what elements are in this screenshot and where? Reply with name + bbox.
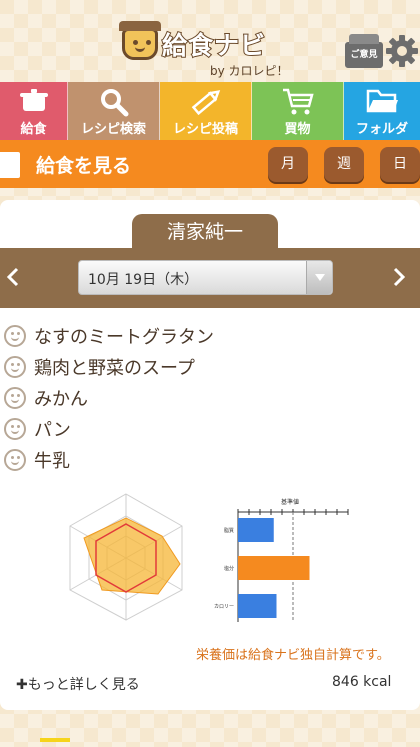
app-title: 給食ナビ: [161, 30, 267, 61]
more-details-link[interactable]: ✚もっと詳しく見る: [16, 674, 140, 694]
menu-list: なすのミートグラタン 鶏肉と野菜のスープ みかん パン 牛乳: [4, 320, 214, 475]
menu-item-name: パン: [34, 419, 71, 441]
nav-item-lunch[interactable]: 給食: [0, 82, 68, 140]
date-value: 10月 19日（木）: [88, 272, 199, 288]
nav-item-recipe-post[interactable]: レシピ投稿: [160, 82, 252, 140]
chevron-down-icon: [306, 261, 332, 294]
nav-label: フォルダ: [355, 122, 408, 137]
bar-label: カロリー: [214, 604, 234, 610]
nutrition-radar-chart: [69, 493, 183, 621]
bar-chart-title: 基準値: [281, 498, 299, 506]
nutrition-bar-chart: 基準値 脂質塩分カロリー: [214, 498, 349, 622]
app-logo[interactable]: 給食ナビ by カロレピ！: [119, 21, 292, 82]
smile-icon: [4, 324, 26, 347]
section-header: 給食を見る 月 週 日: [0, 140, 420, 188]
radar-standard-area: [83, 517, 181, 595]
bar-1: [238, 556, 310, 580]
bar-0: [238, 518, 274, 542]
feedback-button[interactable]: ご意見: [345, 34, 383, 68]
smile-icon: [4, 448, 26, 471]
menu-item-name: なすのミートグラタン: [34, 326, 214, 348]
logo-mascot-icon: [119, 21, 161, 60]
period-day-button[interactable]: 日: [380, 147, 420, 182]
kcal-value: 846 kcal: [332, 674, 392, 690]
school-name-tab: 清家純一: [132, 214, 278, 250]
gear-icon[interactable]: [385, 34, 419, 68]
nutrition-note: 栄養価は給食ナビ独自計算です。: [196, 648, 390, 663]
menu-item-name: みかん: [34, 388, 88, 410]
smile-icon: [4, 386, 26, 409]
date-bar: 10月 19日（木）: [0, 248, 420, 308]
app-header: 給食ナビ by カロレピ！ ご意見: [0, 0, 420, 82]
smile-icon: [4, 355, 26, 378]
feedback-label: ご意見: [350, 50, 378, 60]
chevron-left-icon[interactable]: [6, 266, 20, 288]
search-icon: [100, 89, 128, 117]
list-item[interactable]: パン: [4, 413, 214, 444]
smile-icon: [4, 417, 26, 440]
pot-icon: [19, 89, 48, 111]
bar-label: 脂質: [224, 527, 234, 534]
period-week-button[interactable]: 週: [324, 147, 364, 182]
app-subtitle: by カロレピ！: [210, 64, 289, 78]
nav-label: レシピ検索: [80, 122, 146, 137]
nav-label: 給食: [20, 122, 47, 137]
list-item[interactable]: なすのミートグラタン: [4, 320, 214, 351]
bar-label: 塩分: [224, 565, 234, 572]
nav-label: レシピ投稿: [172, 122, 238, 137]
list-item[interactable]: みかん: [4, 382, 214, 413]
nav-label: 買物: [284, 122, 311, 137]
menu-item-name: 鶏肉と野菜のスープ: [34, 357, 195, 379]
nav-item-recipe-search[interactable]: レシピ検索: [68, 82, 160, 140]
list-item[interactable]: 牛乳: [4, 444, 214, 475]
section-title: 給食を見る: [36, 155, 132, 177]
nav-item-folder[interactable]: フォルダ: [344, 82, 420, 140]
bar-2: [238, 594, 277, 618]
menu-card: 清家純一 10月 19日（木） なすのミートグラタン 鶏肉と野菜のスープ みかん…: [0, 200, 420, 710]
menu-item-name: 牛乳: [34, 450, 70, 472]
cart-icon: [282, 88, 314, 115]
date-select[interactable]: 10月 19日（木）: [78, 260, 333, 295]
nav-item-shopping[interactable]: 買物: [252, 82, 344, 140]
list-item[interactable]: 鶏肉と野菜のスープ: [4, 351, 214, 382]
period-month-button[interactable]: 月: [268, 147, 308, 182]
bottom-indicator: [40, 738, 70, 742]
pencil-icon: [191, 90, 220, 116]
tray-icon: [0, 152, 20, 178]
folder-icon: [366, 89, 398, 113]
main-nav: 給食 レシピ検索 レシピ投稿 買物 フォルダ: [0, 82, 420, 140]
chevron-right-icon[interactable]: [392, 266, 406, 288]
